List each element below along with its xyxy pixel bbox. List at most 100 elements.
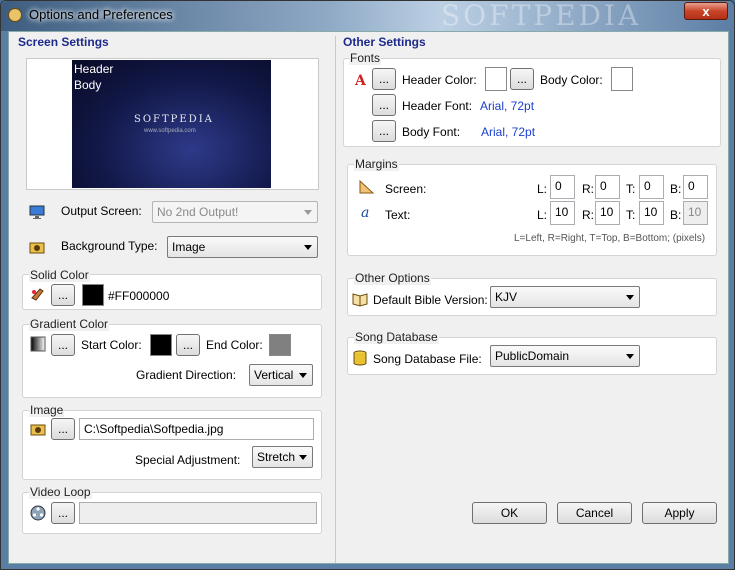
text-margin-top-label: T:: [626, 208, 636, 222]
svg-text:a: a: [361, 205, 369, 220]
gradient-icon: [30, 336, 46, 352]
body-color-picker-button[interactable]: ...: [510, 68, 534, 90]
preview-url: www.softpedia.com: [144, 128, 196, 134]
song-database-label: Song Database: [354, 330, 439, 344]
text-margin-bottom-input[interactable]: 10: [683, 201, 708, 225]
other-settings-heading: Other Settings: [343, 35, 426, 49]
fonts-label: Fonts: [349, 51, 382, 65]
text-margin-left-input[interactable]: 10: [550, 201, 575, 225]
options-window: Options and Preferences SOFTPEDIA x Scre…: [0, 0, 735, 570]
chevron-down-icon: [626, 354, 634, 359]
apply-button[interactable]: Apply: [642, 502, 717, 524]
background-preview: Header Body SOFTPEDIA www.softpedia.com: [72, 60, 271, 188]
screen-margin-top-input[interactable]: 0: [639, 175, 664, 199]
body-color-label: Body Color:: [540, 73, 603, 87]
text-margin-right-label: R:: [582, 208, 594, 222]
bible-book-icon: [352, 293, 368, 307]
screen-margin-bottom-label: B:: [670, 182, 682, 196]
solid-color-label: Solid Color: [29, 268, 90, 282]
title-bar[interactable]: Options and Preferences SOFTPEDIA x: [1, 0, 734, 32]
column-divider: [335, 36, 336, 563]
video-loop-browse-button[interactable]: ...: [51, 502, 75, 524]
ok-button[interactable]: OK: [472, 502, 547, 524]
image-browse-button[interactable]: ...: [51, 418, 75, 440]
text-margin-right-input[interactable]: 10: [595, 201, 620, 225]
dialog-client: Screen Settings Header Body SOFTPEDIA ww…: [8, 31, 729, 564]
solid-color-value: #FF000000: [108, 289, 170, 303]
start-color-swatch[interactable]: [150, 334, 172, 356]
background-type-label: Background Type:: [61, 239, 158, 253]
screen-settings-heading: Screen Settings: [18, 35, 109, 49]
paint-palette-icon: [31, 288, 44, 301]
header-color-swatch[interactable]: [485, 67, 507, 91]
other-options-label: Other Options: [354, 271, 431, 285]
app-icon: [8, 8, 22, 22]
video-loop-path-field[interactable]: [79, 502, 317, 524]
gradient-direction-select[interactable]: Vertical: [249, 364, 313, 386]
song-database-file-label: Song Database File:: [373, 352, 482, 366]
gradient-color-label: Gradient Color: [29, 317, 110, 331]
body-font-value[interactable]: Arial, 72pt: [481, 125, 535, 139]
output-screen-value: No 2nd Output!: [157, 205, 239, 219]
preview-header-text: Header: [74, 62, 114, 76]
monitor-icon: [29, 205, 45, 219]
default-bible-version-label: Default Bible Version:: [373, 293, 488, 307]
screen-margin-right-input[interactable]: 0: [595, 175, 620, 199]
default-bible-version-value: KJV: [495, 290, 518, 304]
special-adjustment-label: Special Adjustment:: [135, 453, 241, 467]
preview-body-text: Body: [74, 78, 102, 92]
end-color-label: End Color:: [206, 338, 263, 352]
chevron-down-icon: [304, 210, 312, 215]
text-margins-label: Text:: [385, 208, 411, 222]
special-adjustment-value: Stretch: [257, 450, 296, 464]
preview-logo: SOFTPEDIA: [134, 114, 214, 125]
screen-margin-top-label: T:: [626, 182, 636, 196]
output-screen-label: Output Screen:: [61, 204, 142, 218]
background-type-value: Image: [172, 240, 206, 254]
output-screen-select[interactable]: No 2nd Output!: [152, 201, 318, 223]
gradient-direction-value: Vertical: [254, 368, 294, 382]
margins-label: Margins: [354, 157, 399, 171]
chevron-down-icon: [626, 295, 634, 300]
svg-text:A: A: [354, 73, 367, 88]
close-button[interactable]: x: [684, 2, 728, 20]
window-title: Options and Preferences: [29, 7, 173, 22]
screen-margin-left-input[interactable]: 0: [550, 175, 575, 199]
screen-margins-label: Screen:: [385, 182, 427, 196]
screen-margin-right-label: R:: [582, 182, 594, 196]
text-margin-left-label: L:: [537, 208, 548, 222]
database-icon: [353, 350, 367, 366]
chevron-down-icon: [299, 373, 307, 378]
start-color-picker-button[interactable]: ...: [176, 334, 200, 356]
header-font-value[interactable]: Arial, 72pt: [480, 99, 534, 113]
solid-color-swatch[interactable]: [82, 284, 104, 306]
video-loop-label: Video Loop: [29, 485, 92, 499]
chevron-down-icon: [299, 455, 307, 460]
screen-margin-left-label: L:: [537, 182, 548, 196]
text-style-icon: a: [361, 205, 369, 220]
song-database-file-select[interactable]: PublicDomain: [490, 345, 640, 367]
margins-hint: L=Left, R=Right, T=Top, B=Bottom; (pixel…: [514, 233, 706, 244]
end-color-swatch[interactable]: [269, 334, 291, 356]
header-font-label: Header Font:: [402, 99, 473, 113]
text-margin-bottom-label: B:: [670, 208, 682, 222]
background-type-select[interactable]: Image: [167, 236, 318, 258]
screen-margin-bottom-input[interactable]: 0: [683, 175, 708, 199]
cancel-button[interactable]: Cancel: [557, 502, 632, 524]
body-font-button[interactable]: ...: [372, 120, 396, 142]
solid-color-picker-button[interactable]: ...: [51, 284, 75, 306]
picture-icon: [29, 242, 45, 254]
default-bible-version-select[interactable]: KJV: [490, 286, 640, 308]
ruler-icon: [359, 179, 375, 194]
start-color-label: Start Color:: [81, 338, 142, 352]
header-color-label: Header Color:: [402, 73, 477, 87]
text-margin-top-input[interactable]: 10: [639, 201, 664, 225]
gradient-direction-label: Gradient Direction:: [136, 368, 237, 382]
body-color-swatch[interactable]: [611, 67, 633, 91]
header-font-button[interactable]: ...: [372, 94, 396, 116]
special-adjustment-select[interactable]: Stretch: [252, 446, 313, 468]
image-path-field[interactable]: C:\Softpedia\Softpedia.jpg: [79, 418, 314, 440]
film-reel-icon: [30, 505, 46, 521]
header-color-picker-button[interactable]: ...: [372, 68, 396, 90]
gradient-picker-button[interactable]: ...: [51, 334, 75, 356]
